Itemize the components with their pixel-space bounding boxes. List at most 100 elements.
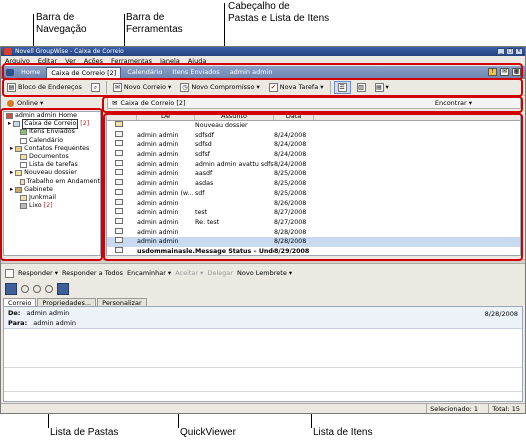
folder-frequent-contacts[interactable]: ▸ Contatos Frequentes <box>4 145 100 153</box>
menu-acoes[interactable]: Ações <box>84 56 103 66</box>
find-dropdown[interactable]: Encontrar ▾ <box>435 99 472 107</box>
row-icons <box>107 179 137 189</box>
row-date: 8/24/2008 <box>274 141 307 149</box>
table-row[interactable]: admin admin 8/28/2008 <box>107 237 520 247</box>
expand-icon[interactable]: ▸ <box>8 120 11 128</box>
item-list-header: De Assunto Data <box>107 112 520 121</box>
attachment-view-icon[interactable] <box>57 283 69 295</box>
folder-mailbox[interactable]: ▸ Caixa de Correio [2] <box>4 119 100 130</box>
minimize-icon[interactable]: _ <box>497 48 505 55</box>
folder-nouveau-dossier[interactable]: ▸ Nouveau dossier <box>4 169 100 177</box>
documents-icon <box>20 154 27 161</box>
item-rows: Nouveau dossier admin admin sdfsdf 8/24/200… <box>107 121 520 255</box>
header-icons[interactable] <box>107 112 137 120</box>
menu-editar[interactable]: Editar <box>38 56 57 66</box>
forward-button[interactable]: Encaminhar ▾ <box>127 269 171 277</box>
folder-work-in-progress[interactable]: Trabalho em Andament <box>4 178 100 186</box>
mail-icon[interactable]: ✉ <box>500 68 509 76</box>
new-reminder-button[interactable]: Novo Lembrete ▾ <box>237 269 292 277</box>
nav-icons: ! ✉ ▦ <box>488 68 521 76</box>
nav-tabs: Home Caixa de Correio [2] Calendário Ite… <box>17 67 277 78</box>
tab-home[interactable]: Home <box>17 67 44 78</box>
table-row[interactable]: admin admin test 8/27/2008 <box>107 208 520 218</box>
table-row[interactable]: usdommainasle...Message Status – Undeli.… <box>107 246 520 255</box>
callout-folder-list: Lista de Pastas <box>50 427 119 438</box>
folder-documents[interactable]: Documentos <box>4 153 100 161</box>
layout-split-button[interactable]: ▥ <box>354 81 369 94</box>
table-row[interactable]: admin admin 8/28/2008 <box>107 227 520 238</box>
from-label: De: <box>8 309 21 317</box>
view-mode-icon[interactable] <box>5 283 17 295</box>
header-from[interactable]: De <box>137 112 195 120</box>
layout-list-icon: ☰ <box>337 82 347 92</box>
table-row[interactable]: admin admin (w... sdf 8/25/2008 <box>107 188 520 199</box>
menu-arquivo[interactable]: Arquivo <box>5 56 30 66</box>
row-date: 8/28/2008 <box>274 228 307 236</box>
table-row[interactable]: admin admin Re: test 8/27/2008 <box>107 217 520 228</box>
table-row[interactable]: admin admin 8/26/2008 <box>107 198 520 209</box>
new-task-button[interactable]: ✔ Nova Tarefa ▾ <box>266 81 327 94</box>
folder-icon <box>115 121 123 127</box>
new-mail-button[interactable]: ✉ Novo Correio ▾ <box>110 81 174 94</box>
folder-trash[interactable]: Lixo [2] <box>4 202 100 210</box>
header-date[interactable]: Data <box>274 112 314 120</box>
folder-calendar[interactable]: Calendário <box>4 137 100 145</box>
clock-icon: ◷ <box>180 82 190 92</box>
layout-menu-button[interactable]: ▤ ▾ <box>372 81 392 94</box>
pane-splitter[interactable] <box>1 259 525 264</box>
layout-list-button[interactable]: ☰ <box>333 80 351 94</box>
mailbox-folder-icon <box>13 121 21 128</box>
nav-menu-icon[interactable] <box>6 69 14 76</box>
delegate-button[interactable]: Delegar <box>207 269 233 277</box>
folder-sent-items[interactable]: Itens Enviados <box>4 128 100 136</box>
menu-ajuda[interactable]: Ajuda <box>188 56 206 66</box>
reply-button[interactable]: Responder ▾ <box>18 269 58 277</box>
menu-ferramentas[interactable]: Ferramentas <box>111 56 152 66</box>
folder-task-list[interactable]: Lista de tarefas <box>4 161 100 169</box>
table-row[interactable]: admin admin admin admin avattu sdfsf 8/24/… <box>107 159 520 170</box>
new-appointment-button[interactable]: ◷ Novo Compromisso ▾ <box>177 81 262 94</box>
close-icon[interactable]: × <box>515 48 523 55</box>
table-row[interactable]: admin admin sdfsf 8/24/2008 <box>107 150 520 160</box>
row-from: admin admin <box>137 160 179 168</box>
tab-customize[interactable]: Personalizar <box>97 298 147 307</box>
accept-button[interactable]: Aceitar ▾ <box>175 269 203 277</box>
calendar-icon[interactable]: ▦ <box>512 68 521 76</box>
tab-sent-items[interactable]: Itens Enviados <box>168 67 223 78</box>
tab-properties[interactable]: Propriedades... <box>37 298 97 307</box>
expand-icon[interactable]: ▸ <box>10 169 13 177</box>
menu-ver[interactable]: Ver <box>65 56 76 66</box>
alert-icon[interactable]: ! <box>488 68 497 76</box>
delete-icon[interactable] <box>5 268 14 278</box>
mail-icon <box>115 179 123 186</box>
cabinet-icon <box>15 186 23 193</box>
calendar-folder-icon <box>20 137 27 144</box>
header-subject[interactable]: Assunto <box>195 112 274 120</box>
expand-icon[interactable]: ▸ <box>10 145 13 153</box>
tab-mailbox[interactable]: Caixa de Correio [2] <box>46 67 122 78</box>
tab-calendar[interactable]: Calendário <box>123 67 166 78</box>
row-subject: Nouveau dossier <box>195 122 248 129</box>
callout-toolbar: Barra de Ferramentas <box>126 12 183 35</box>
reply-all-button[interactable]: Responder a Todos <box>62 269 123 277</box>
online-mode-dropdown[interactable]: Online ▾ <box>1 97 104 109</box>
address-book-button[interactable]: ▤ Bloco de Endereços <box>4 81 85 94</box>
table-row[interactable]: admin admin asdas 8/25/2008 <box>107 179 520 189</box>
folder-cabinet[interactable]: ▸ Gabinete <box>4 186 100 194</box>
expand-icon[interactable]: ▸ <box>10 186 13 194</box>
zoom-out-icon[interactable] <box>33 285 41 293</box>
zoom-in-icon[interactable] <box>21 285 29 293</box>
table-row[interactable]: admin admin aasdf 8/25/2008 <box>107 169 520 179</box>
folder-label: Trabalho em Andament <box>26 177 100 185</box>
table-row[interactable]: admin admin sdfsd 8/24/2008 <box>107 140 520 150</box>
table-row[interactable]: admin admin sdfsdf 8/24/2008 <box>107 130 520 141</box>
menu-janela[interactable]: Janela <box>160 56 180 66</box>
tab-mail[interactable]: Correio <box>3 298 37 307</box>
find-button[interactable]: ⌕ <box>88 81 103 94</box>
table-row[interactable]: Nouveau dossier <box>107 121 520 131</box>
task-list-icon <box>20 162 27 169</box>
folder-junkmail[interactable]: Junkmail <box>4 194 100 202</box>
tab-user[interactable]: admin admin <box>226 67 277 78</box>
zoom-reset-icon[interactable] <box>45 285 53 293</box>
maximize-icon[interactable]: □ <box>506 48 514 55</box>
